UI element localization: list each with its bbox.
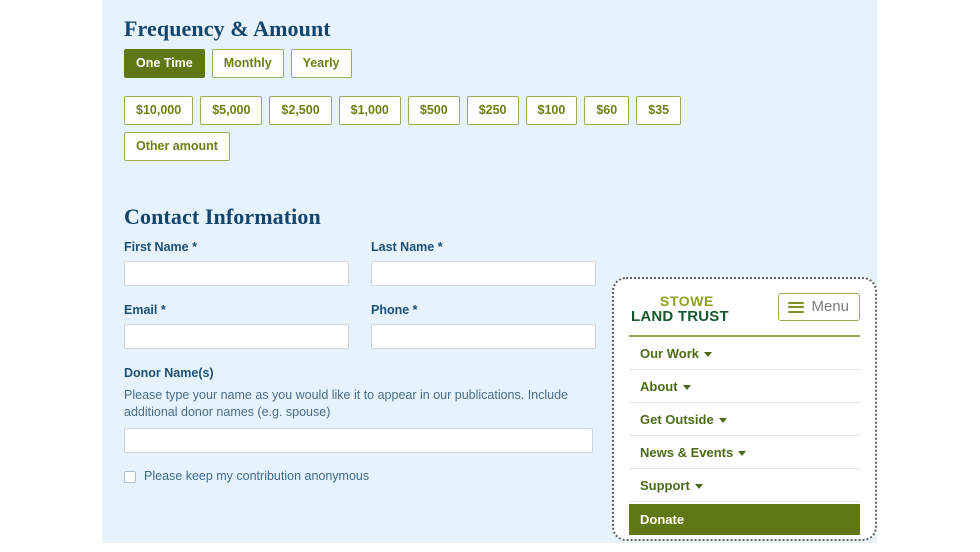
amount-option-100[interactable]: $100 xyxy=(525,96,578,125)
nav-item-get-outside[interactable]: Get Outside xyxy=(629,403,860,436)
other-amount-button[interactable]: Other amount xyxy=(124,132,230,161)
donor-names-label: Donor Name(s) xyxy=(124,366,214,380)
frequency-option-yearly[interactable]: Yearly xyxy=(290,49,352,78)
first-name-label: First Name * xyxy=(124,240,197,254)
first-name-input[interactable] xyxy=(124,261,349,286)
contact-information-form: First Name * Last Name * Email * Phone *… xyxy=(124,240,616,484)
amount-option-5000[interactable]: $5,000 xyxy=(200,96,263,125)
logo-text-stowe: STOWE xyxy=(659,293,714,309)
nav-item-label: Our Work xyxy=(640,345,699,361)
anonymous-checkbox-label[interactable]: Please keep my contribution anonymous xyxy=(144,469,369,484)
last-name-field: Last Name * xyxy=(371,240,596,286)
chevron-down-icon xyxy=(704,351,712,357)
amount-option-500[interactable]: $500 xyxy=(407,96,460,125)
chevron-down-icon xyxy=(694,483,703,489)
field-row-spacer xyxy=(124,286,616,303)
nav-item-label: About xyxy=(640,378,678,394)
menu-button-label: Menu xyxy=(811,298,849,315)
frequency-option-one-time[interactable]: One Time xyxy=(124,49,205,78)
amount-option-10000[interactable]: $10,000 xyxy=(124,96,194,125)
amount-option-2500[interactable]: $2,500 xyxy=(269,96,332,125)
nav-item-label: Get Outside xyxy=(640,411,714,427)
phone-label: Phone * xyxy=(371,303,418,317)
menu-button[interactable]: Menu xyxy=(778,293,860,321)
contact-information-heading: Contact Information xyxy=(124,204,321,229)
other-amount-row: Other amount xyxy=(124,132,724,161)
donor-names-field: Donor Name(s) Please type your name as y… xyxy=(124,366,593,453)
chevron-down-icon xyxy=(682,384,691,390)
nav-item-label: News & Events xyxy=(640,444,734,460)
frequency-selector: One Time Monthly Yearly xyxy=(124,49,352,78)
phone-field: Phone * xyxy=(371,303,596,349)
chevron-down-icon xyxy=(718,417,727,423)
donate-button[interactable]: Donate xyxy=(629,504,860,535)
anonymous-checkbox[interactable] xyxy=(124,470,136,483)
amount-options-row: $10,000 $5,000 $2,500 $1,000 $500 $250 $… xyxy=(124,96,724,125)
first-name-field: First Name * xyxy=(124,240,349,286)
amount-option-60[interactable]: $60 xyxy=(584,96,630,125)
site-navigation-card: STOWE LAND TRUST Menu Our Work About Get… xyxy=(612,277,877,541)
last-name-input[interactable] xyxy=(371,261,596,286)
amount-selector: $10,000 $5,000 $2,500 $1,000 $500 $250 $… xyxy=(124,96,724,161)
chevron-down-icon xyxy=(738,450,747,456)
donor-names-input[interactable] xyxy=(124,428,593,453)
hamburger-icon xyxy=(788,301,805,313)
nav-item-about[interactable]: About xyxy=(629,370,860,403)
nav-item-our-work[interactable]: Our Work xyxy=(629,337,860,370)
last-name-label: Last Name * xyxy=(371,240,443,254)
frequency-amount-heading: Frequency & Amount xyxy=(124,16,331,41)
nav-item-support[interactable]: Support xyxy=(629,469,860,502)
nav-card-header: STOWE LAND TRUST Menu xyxy=(629,293,860,329)
email-field: Email * xyxy=(124,303,349,349)
donate-button-label: Donate xyxy=(640,512,685,527)
amount-option-1000[interactable]: $1,000 xyxy=(338,96,401,125)
email-label: Email * xyxy=(124,303,166,317)
name-field-row: First Name * Last Name * xyxy=(124,240,616,286)
stowe-land-trust-logo[interactable]: STOWE LAND TRUST xyxy=(629,293,729,325)
anonymous-contribution-row[interactable]: Please keep my contribution anonymous xyxy=(124,469,616,484)
contact-field-row: Email * Phone * xyxy=(124,303,616,349)
logo-text-land-trust: LAND TRUST xyxy=(631,308,729,325)
nav-item-news-and-events[interactable]: News & Events xyxy=(629,436,860,469)
nav-item-label: Support xyxy=(640,477,690,493)
frequency-option-monthly[interactable]: Monthly xyxy=(211,49,284,78)
donor-names-help-text: Please type your name as you would like … xyxy=(124,388,569,419)
amount-option-35[interactable]: $35 xyxy=(636,96,682,125)
amount-option-250[interactable]: $250 xyxy=(466,96,519,125)
phone-input[interactable] xyxy=(371,324,596,349)
email-input[interactable] xyxy=(124,324,349,349)
